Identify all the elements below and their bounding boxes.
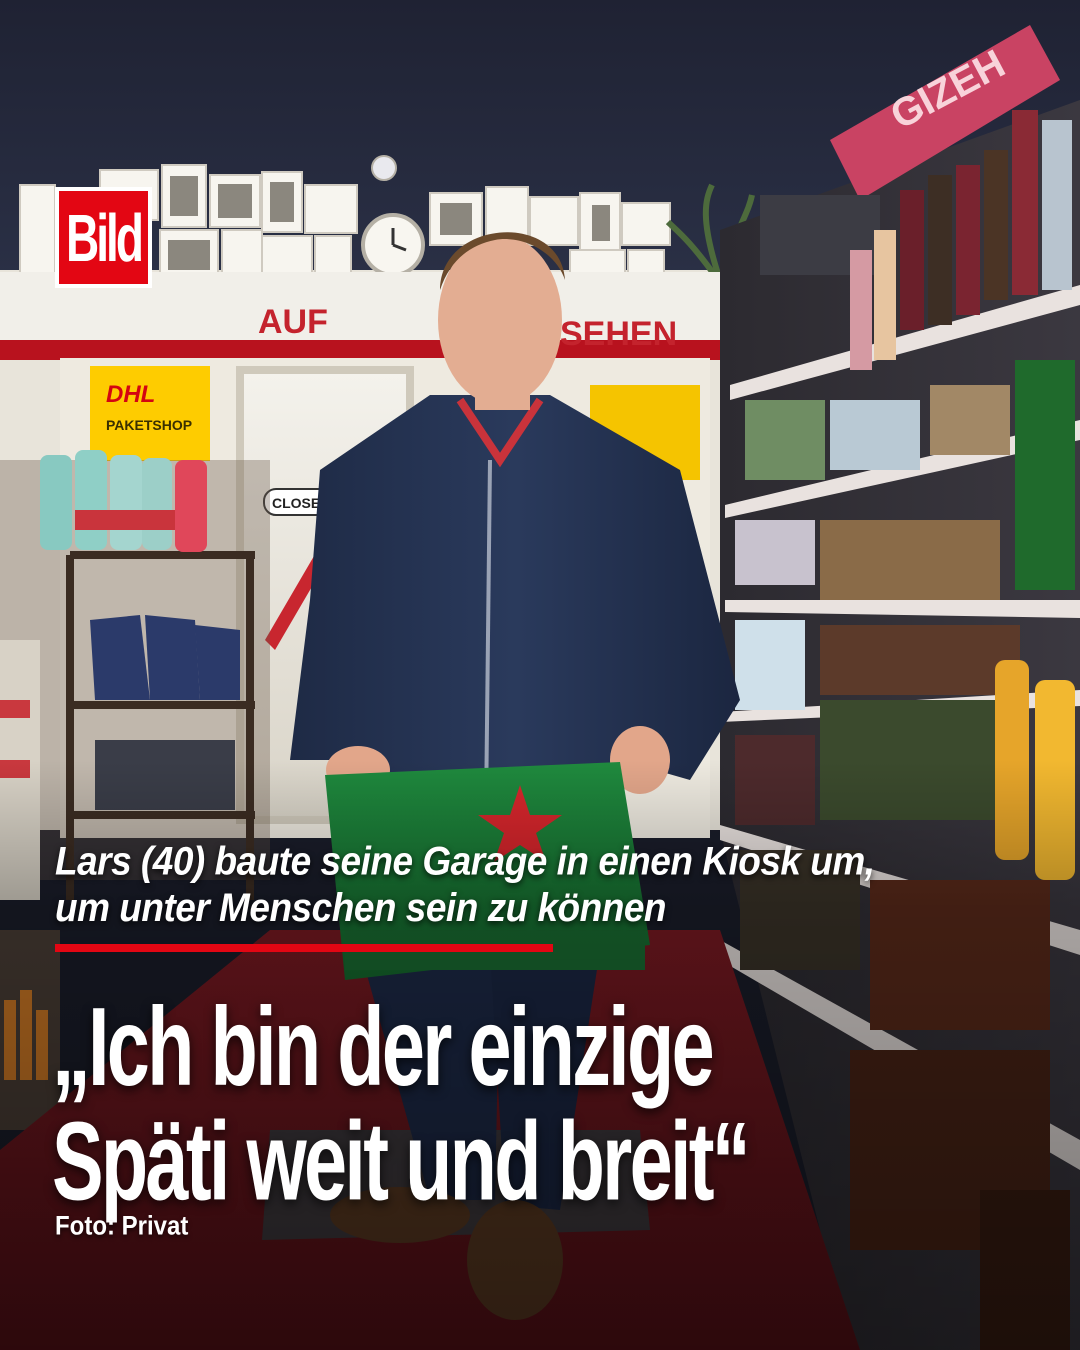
photo-credit: Foto: Privat [55, 1211, 189, 1242]
dhl-label: PAKETSHOP [106, 417, 192, 433]
kicker: Lars (40) baute seine Garage in einen Ki… [55, 838, 1045, 931]
wall-sign-left: AUF [258, 303, 328, 341]
news-post: AUF SEHEN DHL PAKETSHOP CLOSED GIZEH Bil… [0, 0, 1080, 1350]
headline-line-2: Späti weit und breit“ [52, 1099, 751, 1224]
red-divider [55, 944, 553, 952]
dhl-logo: DHL [106, 381, 155, 408]
bild-logo-text: Bild [66, 199, 144, 276]
headline: „Ich bin der einzige Späti weit und brei… [52, 984, 751, 1224]
kicker-line-1: Lars (40) baute seine Garage in einen Ki… [55, 839, 875, 884]
kicker-line-2: um unter Menschen sein zu können [55, 885, 667, 930]
wall-sign-right: SEHEN [560, 315, 677, 353]
headline-line-1: „Ich bin der einzige [52, 984, 715, 1110]
bild-logo: Bild [55, 187, 152, 288]
